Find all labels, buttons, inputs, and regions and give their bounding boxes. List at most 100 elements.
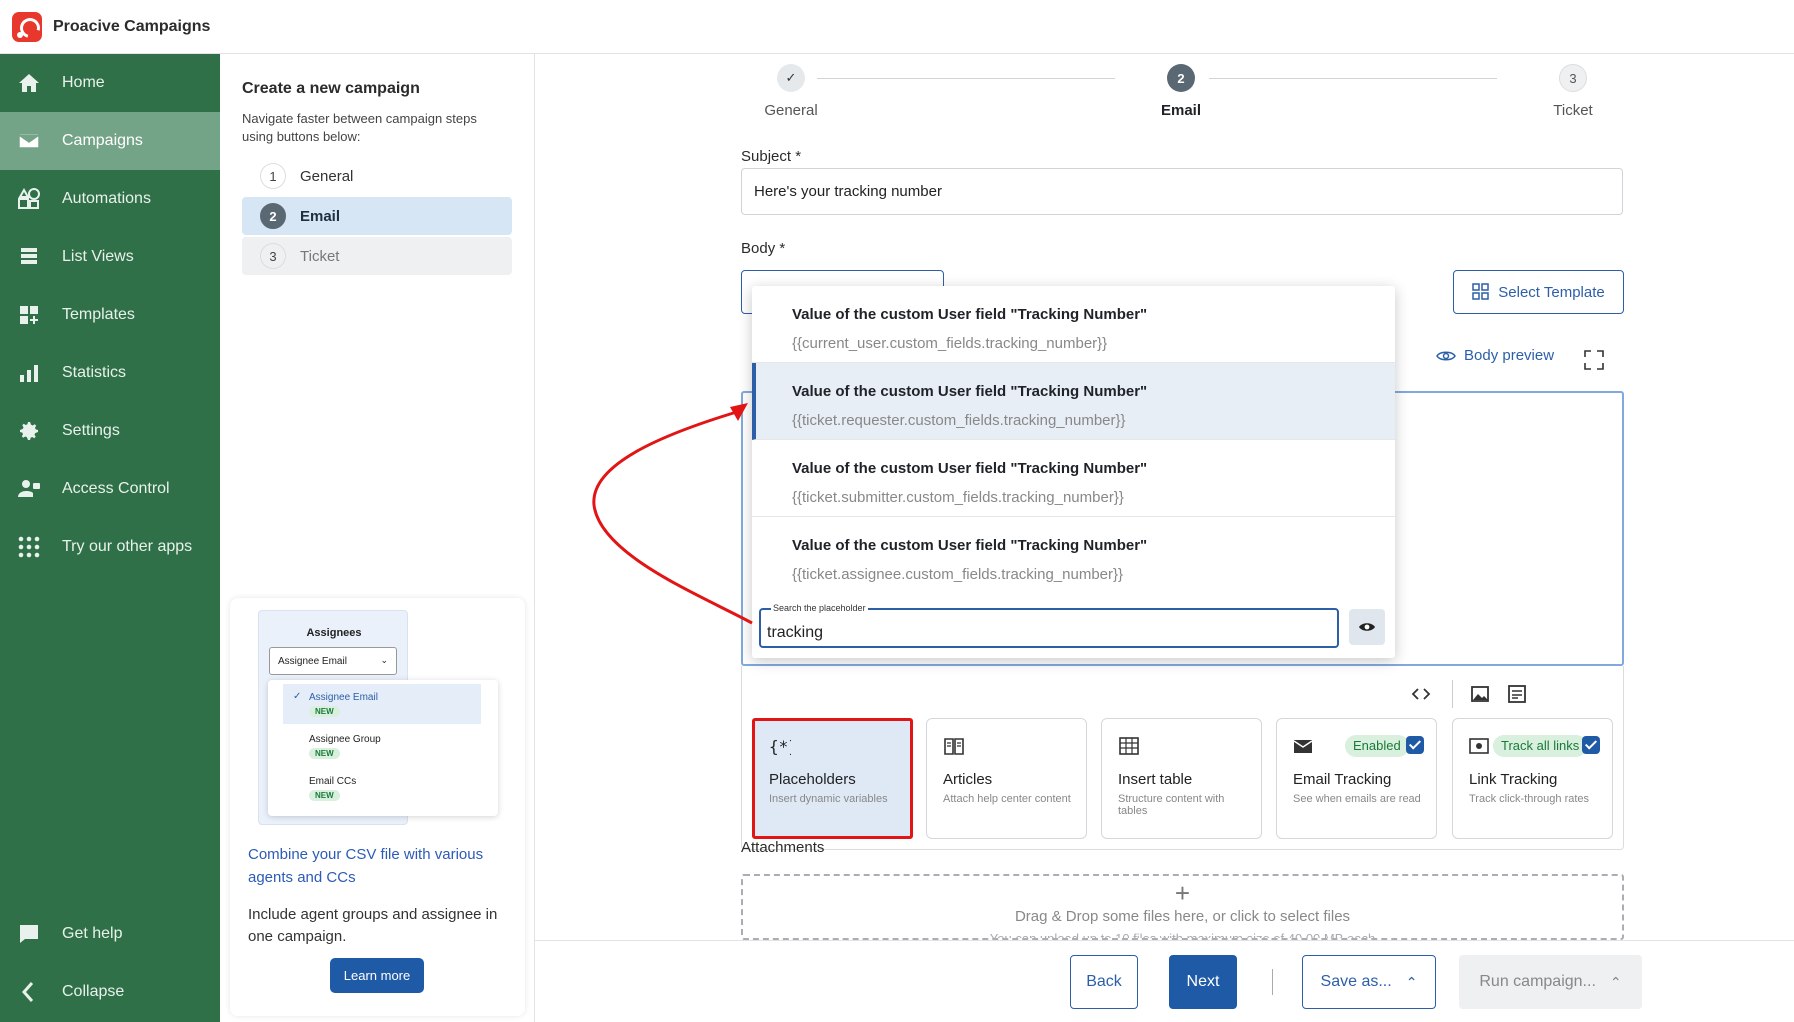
- placeholder-option-selected[interactable]: Value of the custom User field "Tracking…: [752, 363, 1395, 440]
- placeholder-code: {{ticket.submitter.custom_fields.trackin…: [792, 489, 1124, 506]
- preview-eye-button[interactable]: [1349, 609, 1385, 645]
- stepper-label-general[interactable]: General: [731, 102, 851, 119]
- feature-title: Email Tracking: [1293, 771, 1392, 788]
- link-tracking-card[interactable]: Track all links Link Tracking Track clic…: [1452, 718, 1613, 839]
- sidebar-item-label: Access Control: [62, 480, 170, 497]
- body-preview-label: Body preview: [1464, 347, 1555, 364]
- body-preview-button[interactable]: Body preview: [1436, 347, 1554, 364]
- subject-input[interactable]: [741, 168, 1623, 215]
- step-button-ticket[interactable]: 3 Ticket: [242, 237, 512, 275]
- stepper-line: [1209, 78, 1497, 79]
- sidebar-item-home[interactable]: Home: [0, 54, 220, 112]
- select-template-button[interactable]: Select Template: [1453, 270, 1624, 314]
- placeholder-title: Value of the custom User field "Tracking…: [792, 460, 1148, 477]
- table-icon: [1119, 737, 1139, 755]
- subject-label: Subject *: [741, 148, 802, 165]
- help-icon: [16, 921, 42, 947]
- mini-dropdown: ✓ Assignee Email NEW Assignee Group NEW …: [268, 680, 498, 816]
- feature-title: Insert table: [1118, 771, 1193, 788]
- back-button[interactable]: Back: [1070, 955, 1138, 1009]
- placeholder-code: {{ticket.assignee.custom_fields.tracking…: [792, 566, 1124, 583]
- sidebar-item-get-help[interactable]: Get help: [0, 905, 220, 963]
- steps-panel: Create a new campaign Navigate faster be…: [220, 54, 535, 1022]
- promo-heading[interactable]: Combine your CSV file with various agent…: [248, 843, 508, 889]
- placeholder-search-input[interactable]: [767, 622, 1327, 644]
- stepper-label-email[interactable]: Email: [1121, 102, 1241, 119]
- email-tracking-card[interactable]: Enabled Email Tracking See when emails a…: [1276, 718, 1437, 839]
- sidebar-item-templates[interactable]: Templates: [0, 286, 220, 344]
- run-campaign-button[interactable]: Run campaign... ⌃: [1459, 955, 1642, 1009]
- chevron-up-icon: ⌃: [1609, 973, 1622, 990]
- app-logo-icon: [12, 11, 42, 42]
- placeholder-option[interactable]: Value of the custom User field "Tracking…: [752, 517, 1395, 594]
- expand-icon[interactable]: [1583, 349, 1605, 371]
- plus-icon: +: [1174, 878, 1191, 908]
- braces-icon: {*}: [769, 737, 791, 756]
- sidebar-item-label: Settings: [62, 422, 120, 439]
- stepper-label-ticket[interactable]: Ticket: [1513, 102, 1633, 119]
- mini-title: Assignees: [306, 627, 362, 639]
- learn-more-button[interactable]: Learn more: [330, 958, 424, 993]
- step-button-general[interactable]: 1 General: [242, 157, 512, 195]
- sidebar-item-label: Automations: [62, 190, 151, 207]
- articles-card[interactable]: Articles Attach help center content: [926, 718, 1087, 839]
- gear-icon: [16, 418, 42, 444]
- email-tracking-checkbox[interactable]: [1406, 736, 1424, 754]
- step-label: General: [300, 167, 354, 185]
- chevron-up-icon: ⌃: [1405, 973, 1418, 990]
- sidebar-item-access-control[interactable]: Access Control: [0, 460, 220, 518]
- placeholder-title: Value of the custom User field "Tracking…: [792, 306, 1148, 323]
- body-label: Body *: [741, 240, 786, 257]
- link-track-icon: [1469, 738, 1489, 754]
- sidebar-item-list-views[interactable]: List Views: [0, 228, 220, 286]
- promo-illustration: Assignees Assignee Email ⌄ ✓ Assignee Em…: [258, 610, 498, 825]
- stepper-number-email[interactable]: 2: [1167, 64, 1195, 92]
- insert-table-card[interactable]: Insert table Structure content with tabl…: [1101, 718, 1262, 839]
- stepper-number-ticket[interactable]: 3: [1559, 64, 1587, 92]
- svg-text:{*}: {*}: [769, 737, 791, 756]
- file-dropzone[interactable]: + Drag & Drop some files here, or click …: [741, 874, 1624, 940]
- templates-icon: [16, 302, 42, 328]
- placeholder-option[interactable]: Value of the custom User field "Tracking…: [752, 286, 1395, 363]
- step-number: 2: [260, 203, 286, 229]
- select-template-label: Select Template: [1498, 283, 1605, 301]
- sidebar-item-campaigns[interactable]: Campaigns: [0, 112, 220, 170]
- sidebar-item-automations[interactable]: Automations: [0, 170, 220, 228]
- app-title: Proacive Campaigns: [53, 17, 211, 35]
- placeholder-title: Value of the custom User field "Tracking…: [792, 383, 1148, 400]
- step-button-email[interactable]: 2 Email: [242, 197, 512, 235]
- mini-option-label: Assignee Group: [309, 734, 381, 745]
- sidebar-item-label: Home: [62, 74, 105, 91]
- media-embed-icon[interactable]: [1507, 684, 1527, 704]
- grid-icon: [16, 534, 42, 560]
- placeholder-search-field[interactable]: Search the placeholder: [759, 603, 1339, 648]
- placeholders-card[interactable]: {*} Placeholders Insert dynamic variable…: [752, 718, 913, 839]
- footer-divider: [1272, 969, 1273, 995]
- run-campaign-label: Run campaign...: [1479, 973, 1596, 990]
- toolbar-divider: [1452, 680, 1453, 708]
- save-as-button[interactable]: Save as... ⌃: [1302, 955, 1436, 1009]
- new-badge: NEW: [309, 790, 340, 801]
- top-bar: Proacive Campaigns: [0, 0, 1794, 54]
- image-icon[interactable]: [1470, 684, 1490, 704]
- placeholder-option[interactable]: Value of the custom User field "Tracking…: [752, 440, 1395, 517]
- chevron-left-icon: [16, 979, 42, 1005]
- envelope-icon: [1293, 740, 1313, 753]
- feature-desc: Insert dynamic variables: [769, 793, 888, 805]
- promo-card: Assignees Assignee Email ⌄ ✓ Assignee Em…: [230, 598, 525, 1016]
- sidebar-item-collapse[interactable]: Collapse: [0, 963, 220, 1021]
- step-label: Ticket: [300, 247, 340, 265]
- sidebar-item-statistics[interactable]: Statistics: [0, 344, 220, 402]
- link-tracking-checkbox[interactable]: [1582, 736, 1600, 754]
- code-view-icon[interactable]: [1411, 684, 1431, 704]
- sidebar-item-other-apps[interactable]: Try our other apps: [0, 518, 220, 576]
- sidebar-item-settings[interactable]: Settings: [0, 402, 220, 460]
- shapes-icon: [16, 186, 42, 212]
- step-label: Email: [300, 207, 341, 225]
- list-icon: [16, 244, 42, 270]
- next-button[interactable]: Next: [1169, 955, 1237, 1009]
- mail-icon: [16, 128, 42, 154]
- stepper-done-check-icon[interactable]: ✓: [777, 64, 805, 92]
- sidebar-item-label: Try our other apps: [62, 538, 193, 555]
- track-all-links-badge: Track all links: [1493, 735, 1588, 757]
